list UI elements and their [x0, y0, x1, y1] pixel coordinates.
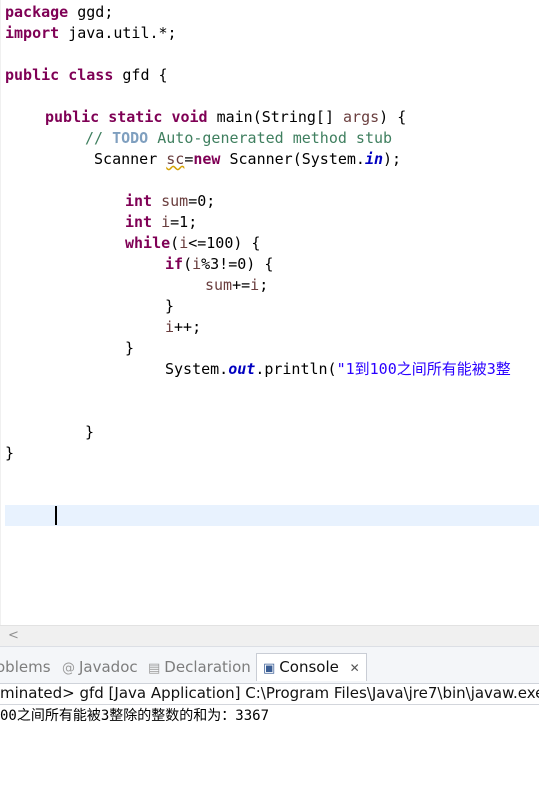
tab-declaration-label: Declaration [164, 658, 251, 676]
tab-console[interactable]: ▣ Console ✕ [256, 653, 367, 681]
todo-tag: TODO [112, 129, 149, 147]
println-call: .println( [255, 360, 337, 378]
keyword-int: int [125, 192, 153, 210]
comment-start: // [85, 129, 113, 147]
console-header: minated> gfd [Java Application] C:\Progr… [0, 684, 539, 702]
code-line-11: int i=1; [125, 212, 197, 233]
keyword-class: class [68, 66, 114, 84]
keyword-public: public [45, 108, 100, 126]
var-i: i [192, 255, 202, 273]
code-line-14: sum+=i; [205, 275, 268, 296]
field-out: out [228, 360, 256, 378]
keyword-public: public [5, 66, 60, 84]
package-name: ggd; [68, 3, 114, 21]
keyword-void: void [171, 108, 208, 126]
while-condition: <=100) { [188, 234, 261, 252]
scroll-left-icon[interactable]: < [8, 626, 19, 645]
keyword-if: if [165, 255, 184, 273]
stmt-end: ); [383, 150, 402, 168]
panel-tab-bar: oblems @ Javadoc ▤ Declaration ▣ Console ✕ [0, 646, 539, 684]
var-sum: sum [161, 192, 189, 210]
brace-close: } [85, 423, 95, 441]
string-literal: "1到100之间所有能被3整 [336, 360, 511, 378]
brace-close: } [125, 339, 135, 357]
code-line-13: if(i%3!=0) { [165, 254, 273, 275]
comment-text: Auto-generated method stub [148, 129, 393, 147]
keyword-static: static [108, 108, 163, 126]
code-line-17: } [125, 338, 134, 359]
if-condition: %3!=0) { [201, 255, 274, 273]
code-line-16: i++; [165, 317, 201, 338]
var-i: i [179, 234, 189, 252]
var-i: i [161, 213, 171, 231]
paren-open: ( [183, 255, 193, 273]
increment-op: ++; [174, 318, 202, 336]
tab-console-label: Console [279, 658, 339, 676]
tab-problems-label: oblems [0, 658, 51, 676]
tab-javadoc-label: Javadoc [79, 658, 138, 676]
console-icon: ▣ [263, 661, 276, 676]
code-line-18: System.out.println("1到100之间所有能被3整 [165, 359, 511, 380]
code-editor[interactable]: package ggd; import java.util.*; public … [0, 0, 539, 625]
horizontal-scrollbar[interactable]: < [0, 625, 539, 646]
tab-javadoc[interactable]: @ Javadoc [62, 656, 138, 678]
var-sum: sum [205, 276, 233, 294]
code-line-1: package ggd; [5, 2, 113, 23]
stmt-end: ; [259, 276, 269, 294]
console-output[interactable]: 00之间所有能被3整除的整数的和为：3367 [0, 706, 539, 727]
import-path: java.util.*; [59, 24, 177, 42]
var-i: i [250, 276, 260, 294]
keyword-package: package [5, 3, 69, 21]
method-signature-end: ) { [379, 108, 407, 126]
keyword-while: while [125, 234, 171, 252]
code-line-7: // TODO Auto-generated method stub [85, 128, 392, 149]
keyword-int: int [125, 213, 153, 231]
code-line-6: public static void main(String[] args) { [45, 107, 406, 128]
code-line-2: import java.util.*; [5, 23, 177, 44]
code-line-4: public class gfd { [5, 65, 168, 86]
paren-open: ( [170, 234, 180, 252]
text-caret [55, 506, 57, 525]
keyword-import: import [5, 24, 60, 42]
scanner-ctor: Scanner(System. [220, 150, 365, 168]
javadoc-icon: @ [62, 661, 75, 676]
brace-close: } [5, 444, 15, 462]
code-line-22: } [5, 443, 14, 464]
brace-close: } [165, 297, 175, 315]
tab-problems[interactable]: oblems [0, 656, 51, 678]
method-signature: main(String[] [207, 108, 344, 126]
console-separator [0, 704, 539, 705]
type-scanner: Scanner [85, 150, 167, 168]
code-line-21: } [85, 422, 94, 443]
code-line-8: Scanner sc=new Scanner(System.in); [85, 149, 401, 170]
close-icon[interactable]: ✕ [350, 661, 360, 675]
code-line-10: int sum=0; [125, 191, 215, 212]
tab-declaration[interactable]: ▤ Declaration [148, 656, 251, 678]
plus-assign-op: += [232, 276, 251, 294]
init-value: =1; [170, 213, 198, 231]
class-name: gfd { [113, 66, 168, 84]
declaration-icon: ▤ [148, 661, 161, 676]
param-args: args [343, 108, 380, 126]
field-in: in [364, 150, 384, 168]
init-value: =0; [188, 192, 216, 210]
current-line-highlight [5, 505, 539, 526]
var-sc-warning: sc [166, 150, 185, 168]
var-i: i [165, 318, 175, 336]
code-line-15: } [165, 296, 174, 317]
editor-left-rule [0, 0, 1, 625]
keyword-new: new [193, 150, 221, 168]
code-line-12: while(i<=100) { [125, 233, 260, 254]
system-class: System. [165, 360, 229, 378]
